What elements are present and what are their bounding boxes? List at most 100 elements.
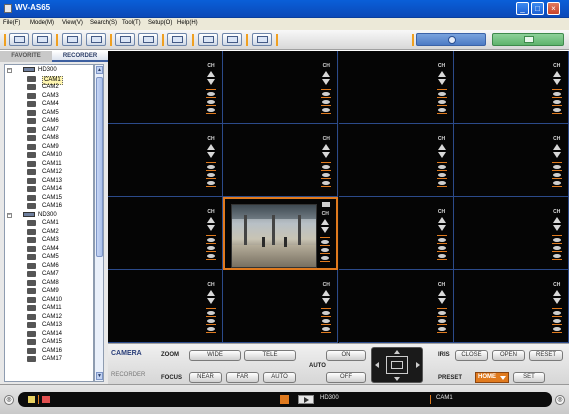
tree-camera-item[interactable]: CAM10 (27, 296, 87, 304)
tree-camera-item[interactable]: CAM14 (27, 186, 87, 193)
cell-option-icon[interactable] (552, 311, 561, 315)
video-cell-11[interactable]: CH (338, 197, 454, 270)
channel-down-icon[interactable] (552, 152, 561, 158)
tree-camera-item[interactable]: CAM2 (27, 228, 87, 236)
tree-camera-item[interactable]: CAM12 (27, 313, 87, 321)
cell-option-icon[interactable] (321, 256, 330, 260)
tree-camera-item[interactable]: CAM5 (27, 109, 87, 117)
video-cell-3[interactable]: CH (338, 51, 454, 124)
record-button[interactable] (416, 33, 486, 46)
channel-up-icon[interactable] (207, 217, 215, 223)
cell-option-icon[interactable] (552, 319, 561, 323)
cell-option-icon[interactable] (437, 100, 446, 104)
tree-camera-item[interactable]: CAM16 (27, 347, 87, 355)
preset-set-button[interactable]: SET (513, 372, 545, 383)
tree-camera-item[interactable]: CAM5 (27, 254, 87, 261)
tree-camera-item[interactable]: CAM4 (27, 245, 87, 253)
recorder-tab[interactable]: RECORDER (111, 372, 145, 378)
video-cell-13[interactable]: CH (108, 270, 223, 343)
cell-option-icon[interactable] (322, 100, 331, 104)
tree-camera-item[interactable]: CAM1 (27, 220, 87, 227)
auto-on-button[interactable]: ON (326, 350, 366, 361)
tilt-down-icon[interactable] (394, 377, 400, 381)
video-cell-12[interactable]: CH (453, 197, 569, 270)
cell-option-icon[interactable] (552, 100, 561, 104)
tree-camera-item[interactable]: CAM8 (27, 279, 87, 287)
search-view-button[interactable] (32, 33, 52, 46)
tree-camera-item[interactable]: CAM2 (27, 84, 87, 91)
tree-camera-item[interactable]: CAM15 (27, 339, 87, 346)
cell-option-icon[interactable] (322, 173, 331, 177)
layout-9-button[interactable] (115, 33, 135, 46)
video-cell-9[interactable]: CH (108, 197, 223, 270)
cell-option-icon[interactable] (207, 311, 215, 315)
cell-option-icon[interactable] (437, 92, 446, 96)
tree-recorder-1[interactable]: − HD300 (7, 67, 57, 74)
tree-camera-item[interactable]: CAM16 (27, 203, 87, 210)
iris-reset-button[interactable]: RESET (529, 350, 563, 361)
menu-mode[interactable]: Mode(M) (30, 20, 54, 26)
cell-option-icon[interactable] (322, 319, 331, 323)
sequence-button[interactable] (252, 33, 272, 46)
print-button[interactable] (222, 33, 242, 46)
channel-down-icon[interactable] (437, 298, 446, 304)
channel-down-icon[interactable] (437, 79, 446, 85)
collapse-icon[interactable]: − (7, 68, 12, 73)
video-cell-15[interactable]: CH (338, 270, 454, 343)
cell-option-icon[interactable] (322, 181, 331, 185)
cell-option-icon[interactable] (437, 108, 446, 112)
channel-up-icon[interactable] (321, 219, 330, 225)
focus-auto-button[interactable]: AUTO (263, 372, 296, 383)
status-dropdown-icon[interactable] (280, 395, 289, 404)
layout-1-button[interactable] (62, 33, 82, 46)
tree-camera-item[interactable]: CAM17 (27, 356, 87, 363)
channel-down-icon[interactable] (437, 225, 446, 231)
camera-tab[interactable]: CAMERA (111, 350, 142, 357)
cell-option-icon[interactable] (207, 173, 215, 177)
menu-search[interactable]: Search(S) (90, 20, 117, 26)
menu-help[interactable]: Help(H) (177, 20, 198, 26)
status-play-button[interactable] (298, 395, 314, 404)
cell-option-icon[interactable] (322, 327, 331, 331)
channel-down-icon[interactable] (207, 225, 215, 231)
cell-option-icon[interactable] (207, 327, 215, 331)
cell-option-icon[interactable] (207, 92, 215, 96)
menu-tool[interactable]: Tool(T) (122, 20, 141, 26)
cell-option-icon[interactable] (437, 238, 446, 242)
tree-camera-item[interactable]: CAM9 (27, 143, 87, 151)
tree-camera-item[interactable]: CAM7 (27, 126, 87, 134)
channel-up-icon[interactable] (552, 290, 561, 296)
tree-camera-item[interactable]: CAM1 (27, 75, 87, 85)
cell-option-icon[interactable] (552, 165, 561, 169)
scroll-thumb[interactable] (96, 77, 103, 257)
cell-option-icon[interactable] (437, 319, 446, 323)
cell-option-icon[interactable] (322, 165, 331, 169)
cell-option-icon[interactable] (552, 173, 561, 177)
cell-option-icon[interactable] (321, 240, 330, 244)
tilt-up-icon[interactable] (394, 350, 400, 354)
tree-camera-item[interactable]: CAM15 (27, 194, 87, 202)
auto-off-button[interactable]: OFF (326, 372, 366, 383)
channel-down-icon[interactable] (552, 79, 561, 85)
channel-down-icon[interactable] (207, 79, 215, 85)
channel-down-icon[interactable] (552, 298, 561, 304)
focus-far-button[interactable]: FAR (226, 372, 259, 383)
cell-option-icon[interactable] (437, 173, 446, 177)
video-cell-7[interactable]: CH (338, 124, 454, 197)
cell-option-icon[interactable] (207, 246, 215, 250)
tree-camera-item[interactable]: CAM6 (27, 118, 87, 125)
video-cell-6[interactable]: CH (223, 124, 339, 197)
tree-camera-item[interactable]: CAM7 (27, 271, 87, 278)
preset-select[interactable]: HOME (475, 372, 509, 383)
tree-camera-item[interactable]: CAM12 (27, 169, 87, 176)
tab-recorder[interactable]: RECORDER (52, 51, 108, 62)
channel-down-icon[interactable] (437, 152, 446, 158)
iris-close-button[interactable]: CLOSE (455, 350, 488, 361)
menu-file[interactable]: File(F) (3, 20, 20, 26)
video-cell-10[interactable]: CH (223, 197, 339, 270)
tree-camera-item[interactable]: CAM11 (27, 305, 87, 312)
channel-up-icon[interactable] (552, 71, 561, 77)
pad-center[interactable] (391, 361, 403, 369)
cell-option-icon[interactable] (437, 311, 446, 315)
channel-down-icon[interactable] (321, 227, 330, 233)
